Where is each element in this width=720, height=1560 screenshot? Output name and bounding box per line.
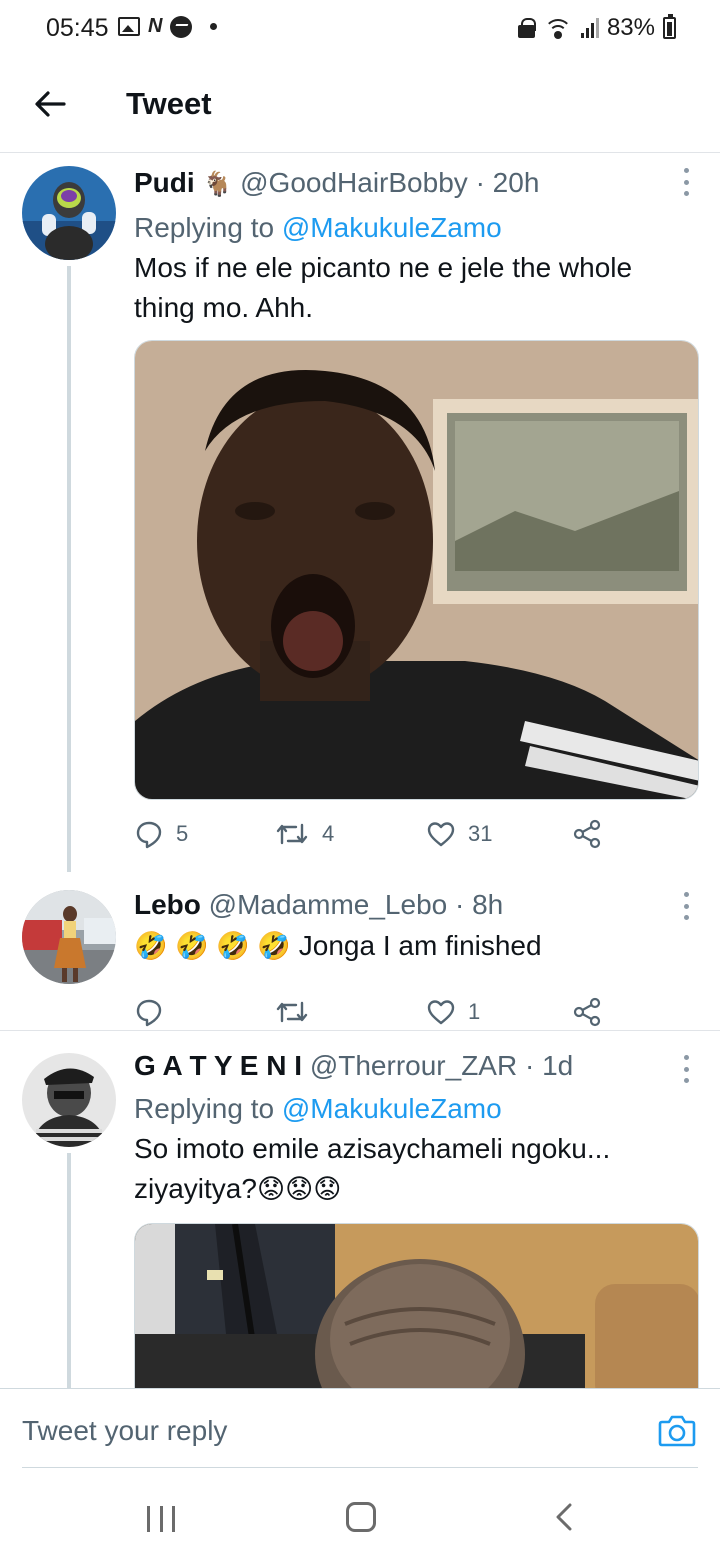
- tweet-text-line-2: ziyayitya?😟😟😟: [134, 1169, 700, 1209]
- tweet-thread[interactable]: Pudi 🐐 @GoodHairBobby · 20h Replying to …: [0, 154, 720, 1388]
- retweet-count: 4: [322, 821, 335, 846]
- share-button[interactable]: [572, 816, 602, 852]
- dot-icon: [210, 23, 218, 30]
- status-left-icons: N: [118, 15, 218, 38]
- system-nav-bar: [0, 1470, 720, 1560]
- tweet-card[interactable]: Lebo @Madamme_Lebo · 8h 🤣 🤣 🤣 🤣 Jonga I …: [0, 872, 720, 1030]
- tweet-time: 1d: [542, 1050, 574, 1081]
- reply-button[interactable]: [134, 994, 176, 1030]
- tweet-header: Pudi 🐐 @GoodHairBobby · 20h: [134, 166, 700, 202]
- battery-percent: 83%: [606, 14, 655, 41]
- tweet-time: 20h: [492, 167, 540, 198]
- tweet-text-body: ziyayitya?: [134, 1173, 257, 1204]
- gallery-icon: [118, 17, 140, 36]
- replying-to: Replying to @MakukuleZamo: [134, 1089, 700, 1129]
- author-handle[interactable]: @Therrour_ZAR: [310, 1050, 517, 1081]
- dot-separator: ·: [475, 167, 485, 198]
- goat-emoji: 🐐: [202, 171, 233, 198]
- tweet-text: So imoto emile azisaychameli ngoku... zi…: [134, 1129, 700, 1209]
- heart-icon: [427, 822, 455, 847]
- mention-link[interactable]: @MakukuleZamo: [282, 212, 502, 243]
- like-count: 1: [468, 999, 481, 1024]
- like-button[interactable]: 31: [426, 816, 492, 852]
- lock-icon: [517, 18, 536, 38]
- tweet-text-line: So imoto emile azisaychameli ngoku...: [134, 1133, 611, 1164]
- signal-icon: [580, 18, 599, 38]
- laughing-emojis: 🤣 🤣 🤣 🤣: [134, 931, 291, 961]
- share-button[interactable]: [572, 994, 602, 1030]
- wifi-icon: [543, 17, 573, 39]
- tweet-card[interactable]: G A T Y E N I @Therrour_ZAR · 1d Replyin…: [0, 1031, 720, 1388]
- avatar[interactable]: [22, 1053, 116, 1147]
- worried-emojis: 😟😟😟: [256, 1174, 342, 1204]
- like-count: 31: [468, 821, 493, 846]
- back-arrow-icon[interactable]: [30, 84, 70, 124]
- status-bar: 05:45 N 83%: [0, 0, 720, 58]
- reply-icon: [136, 999, 162, 1027]
- messenger-icon: [170, 15, 193, 38]
- author-name[interactable]: Lebo: [134, 889, 201, 920]
- back-icon[interactable]: [552, 1502, 576, 1532]
- status-time: 05:45: [46, 14, 109, 42]
- share-icon: [573, 819, 601, 849]
- tweet-actions: 1: [134, 994, 614, 1030]
- tweet-header: G A T Y E N I @Therrour_ZAR · 1d: [134, 1049, 700, 1083]
- replying-to: Replying to @MakukuleZamo: [134, 208, 700, 248]
- home-icon[interactable]: [346, 1502, 376, 1532]
- reply-composer: Tweet your reply: [0, 1388, 720, 1468]
- author-handle[interactable]: @Madamme_Lebo: [209, 889, 448, 920]
- thread-connector: [67, 1153, 71, 1388]
- camera-icon[interactable]: [658, 1413, 696, 1447]
- reply-count: 5: [176, 821, 189, 846]
- author-handle[interactable]: @GoodHairBobby: [240, 167, 468, 198]
- tweet-content: G A T Y E N I @Therrour_ZAR · 1d Replyin…: [134, 1049, 700, 1209]
- tweet-text: 🤣 🤣 🤣 🤣 Jonga I am finished: [134, 926, 700, 966]
- tweet-actions: 5 4 31: [134, 816, 614, 852]
- author-name[interactable]: G A T Y E N I: [134, 1050, 302, 1081]
- avatar[interactable]: [22, 166, 116, 260]
- tweet-media-image[interactable]: [134, 1223, 699, 1388]
- dot-separator: ·: [455, 889, 465, 920]
- author-name[interactable]: Pudi: [134, 167, 195, 198]
- reply-icon: [136, 821, 162, 849]
- dot-separator: ·: [524, 1050, 535, 1081]
- heart-icon: [427, 1000, 455, 1025]
- recent-apps-icon[interactable]: [147, 1506, 175, 1532]
- page-title: Tweet: [126, 86, 212, 121]
- reply-button[interactable]: 5: [134, 816, 188, 852]
- replying-prefix: Replying to: [134, 1093, 275, 1124]
- share-icon: [573, 997, 601, 1027]
- tweet-text: Mos if ne ele picanto ne e jele the whol…: [134, 252, 633, 323]
- tweet-time: 8h: [472, 889, 504, 920]
- tweet-media-image[interactable]: [134, 340, 699, 800]
- tweet-text-body: Jonga I am finished: [298, 930, 542, 961]
- retweet-button[interactable]: 4: [274, 816, 334, 852]
- reply-underline: [22, 1467, 698, 1468]
- tweet-content: Pudi 🐐 @GoodHairBobby · 20h Replying to …: [134, 166, 700, 328]
- retweet-icon: [276, 1001, 308, 1023]
- retweet-button[interactable]: [274, 994, 322, 1030]
- avatar[interactable]: [22, 890, 116, 984]
- tweet-card[interactable]: Pudi 🐐 @GoodHairBobby · 20h Replying to …: [0, 154, 720, 872]
- thread-connector: [67, 266, 71, 872]
- n-icon: N: [148, 15, 163, 37]
- battery-icon: [663, 14, 676, 39]
- reply-input[interactable]: Tweet your reply: [22, 1415, 227, 1447]
- mention-link[interactable]: @MakukuleZamo: [282, 1093, 502, 1124]
- top-app-bar: Tweet: [0, 58, 720, 153]
- retweet-icon: [276, 823, 308, 845]
- tweet-header: Lebo @Madamme_Lebo · 8h: [134, 888, 700, 922]
- like-button[interactable]: 1: [426, 994, 480, 1030]
- tweet-content: Lebo @Madamme_Lebo · 8h 🤣 🤣 🤣 🤣 Jonga I …: [134, 888, 700, 966]
- replying-prefix: Replying to: [134, 212, 275, 243]
- status-right-icons: 83%: [517, 14, 676, 42]
